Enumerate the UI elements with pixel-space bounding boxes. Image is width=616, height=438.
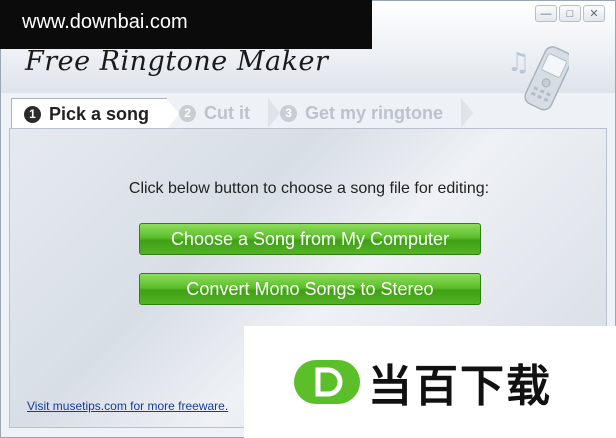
downbai-d-logo-icon	[294, 360, 360, 404]
tab-get-my-ringtone[interactable]: 3 Get my ringtone	[268, 98, 474, 128]
step-number-badge: 2	[179, 104, 197, 122]
tab-pick-a-song[interactable]: 1 Pick a song	[11, 98, 180, 130]
musetips-link[interactable]: Visit musetips.com for more freeware.	[27, 399, 228, 413]
tab-label: Cut it	[204, 102, 251, 123]
tab-arrow	[461, 98, 474, 128]
close-button[interactable]: ✕	[583, 5, 605, 22]
step-number-badge: 1	[24, 105, 41, 123]
window-controls: — □ ✕	[535, 5, 605, 22]
step-number-badge: 3	[280, 104, 298, 122]
phone-music-icon: ♫	[507, 46, 569, 111]
watermark-url: www.downbai.com	[0, 0, 372, 49]
convert-mono-button[interactable]: Convert Mono Songs to Stereo	[139, 273, 481, 305]
step-tabs: 1 Pick a song 2 Cut it 3 Get my ringtone	[11, 98, 474, 130]
watermark-banner: 当百下载	[244, 326, 616, 438]
maximize-button[interactable]: □	[559, 5, 581, 22]
app-title: Free Ringtone Maker	[25, 46, 329, 77]
tab-label: Get my ringtone	[305, 102, 444, 123]
svg-text:♫: ♫	[507, 48, 530, 78]
minimize-button[interactable]: —	[535, 5, 557, 22]
choose-song-button[interactable]: Choose a Song from My Computer	[139, 223, 481, 255]
watermark-text: 当百下载	[368, 362, 552, 411]
tab-cut-it[interactable]: 2 Cut it	[167, 98, 281, 128]
tab-label: Pick a song	[49, 103, 150, 124]
instruction-text: Click below button to choose a song file…	[128, 180, 490, 197]
